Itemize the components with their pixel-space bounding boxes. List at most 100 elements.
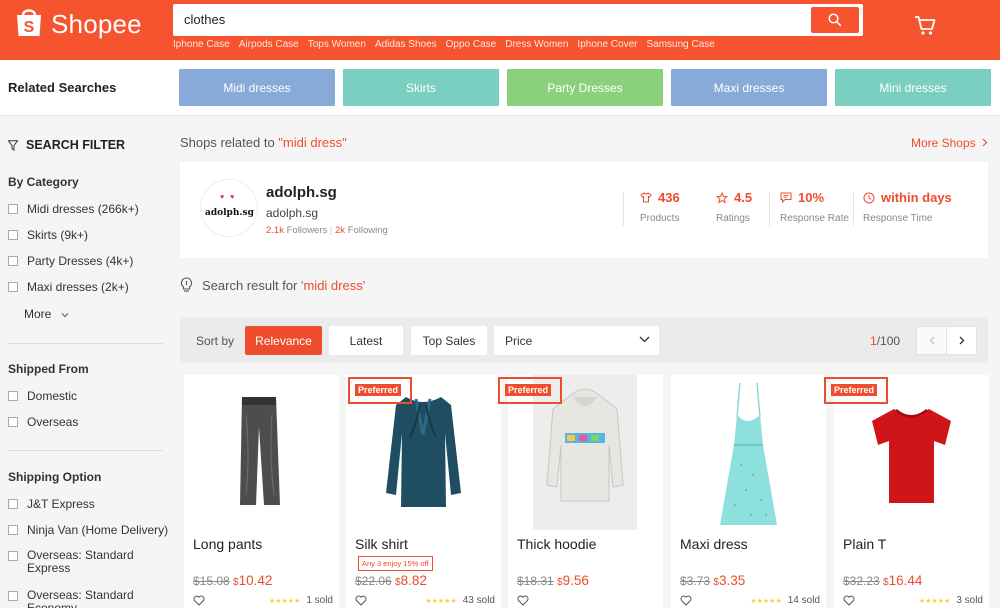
sort-latest-button[interactable]: Latest — [329, 326, 403, 355]
sold-count: 3 sold — [956, 595, 983, 606]
chevron-right-icon — [982, 138, 988, 147]
suggestion-link[interactable]: Airpods Case — [239, 39, 299, 50]
category-more-button[interactable]: More — [24, 307, 69, 321]
shipped-from-option[interactable]: Domestic — [8, 389, 77, 403]
heart-icon[interactable] — [517, 595, 529, 606]
product-name[interactable]: Long pants — [193, 536, 262, 552]
search-button[interactable] — [811, 7, 859, 33]
lightbulb-icon — [181, 277, 192, 292]
checkbox[interactable] — [8, 204, 18, 214]
sort-label: Sort by — [196, 334, 235, 348]
option-label: Midi dresses (266k+) — [27, 202, 139, 216]
shop-username: adolph.sg — [266, 206, 319, 220]
stat-value: within days — [881, 190, 952, 205]
sort-relevance-button[interactable]: Relevance — [245, 326, 322, 355]
shipping-option[interactable]: Ninja Van (Home Delivery) — [8, 523, 168, 537]
sort-top-sales-button[interactable]: Top Sales — [411, 326, 487, 355]
related-search-party-dresses[interactable]: Party Dresses — [507, 69, 663, 106]
cart-icon[interactable] — [914, 14, 936, 36]
divider — [853, 192, 854, 226]
clock-icon — [863, 192, 875, 203]
suggestion-link[interactable]: Oppo Case — [446, 39, 497, 50]
checkbox[interactable] — [8, 282, 18, 292]
category-option[interactable]: Skirts (9k+) — [8, 228, 88, 242]
heart-icon[interactable] — [680, 595, 692, 606]
promo-badge: Any 3 enjoy 15% off — [358, 556, 433, 571]
suggestion-link[interactable]: Iphone Cover — [577, 39, 637, 50]
sale-price: $16.44 — [883, 573, 923, 588]
avatar-text: adolph.sg — [205, 208, 254, 218]
heart-icon[interactable] — [355, 595, 367, 606]
suggestion-link[interactable]: Tops Women — [308, 39, 366, 50]
stat-response-time: within days Response Time — [863, 190, 952, 224]
related-search-maxi-dresses[interactable]: Maxi dresses — [671, 69, 827, 106]
product-name[interactable]: Thick hoodie — [517, 536, 596, 552]
checkbox[interactable] — [8, 525, 18, 535]
heart-icon[interactable] — [843, 595, 855, 606]
stat-value: 10% — [798, 190, 825, 205]
checkbox[interactable] — [8, 499, 18, 509]
suggestion-link[interactable]: Samsung Case — [646, 39, 714, 50]
checkbox[interactable] — [8, 417, 18, 427]
shop-avatar[interactable]: ♥ ♥ adolph.sg — [200, 179, 258, 237]
product-card[interactable]: Maxi dress $3.73 $3.35 ★★★★★ 14 sold — [671, 375, 826, 608]
chevron-down-icon — [639, 336, 650, 343]
shipping-option[interactable]: J&T Express — [8, 497, 95, 511]
sale-price: $3.35 — [713, 573, 746, 588]
result-keyword: 'midi dress' — [301, 277, 366, 293]
product-image[interactable] — [184, 375, 339, 530]
logo-text[interactable]: Shopee — [51, 9, 142, 40]
shipping-option[interactable]: Overseas: Standard Express — [8, 549, 147, 575]
shopee-bag-icon[interactable]: S — [14, 6, 44, 38]
following-count: 2k — [335, 225, 346, 236]
checkbox[interactable] — [8, 256, 18, 266]
product-name[interactable]: Plain T — [843, 536, 886, 552]
product-meta: ★★★★★ 43 sold — [355, 595, 495, 606]
stat-products: 436 Products — [640, 190, 680, 224]
shipped-from-option[interactable]: Overseas — [8, 415, 78, 429]
more-shops-link[interactable]: More Shops — [911, 136, 988, 150]
shop-card[interactable]: ♥ ♥ adolph.sg adolph.sg adolph.sg 2.1k F… — [180, 162, 988, 258]
related-search-midi-dresses[interactable]: Midi dresses — [179, 69, 335, 106]
product-meta: ★★★★★ 14 sold — [680, 595, 820, 606]
product-card[interactable]: Preferred Thick hoodie $18.31 $9.56 — [498, 375, 663, 608]
product-meta — [517, 595, 657, 606]
search-input[interactable] — [184, 12, 784, 27]
related-search-mini-dresses[interactable]: Mini dresses — [835, 69, 991, 106]
category-option[interactable]: Maxi dresses (2k+) — [8, 280, 129, 294]
suggestion-link[interactable]: Dress Women — [505, 39, 568, 50]
product-image[interactable]: Preferred — [346, 375, 501, 530]
checkbox[interactable] — [8, 551, 18, 561]
heart-icon[interactable] — [193, 595, 205, 606]
search-filter-label: SEARCH FILTER — [26, 138, 126, 152]
product-image[interactable] — [671, 375, 826, 530]
dress-icon — [720, 382, 777, 525]
product-image[interactable]: Preferred — [824, 375, 989, 530]
next-page-button[interactable] — [946, 326, 977, 355]
shop-name[interactable]: adolph.sg — [266, 184, 337, 201]
option-label: J&T Express — [27, 497, 95, 511]
product-card[interactable]: Preferred Silk shirt Any 3 enjoy 15% off… — [346, 375, 501, 608]
checkbox[interactable] — [8, 391, 18, 401]
product-name[interactable]: Silk shirt — [355, 536, 408, 552]
prev-page-button[interactable] — [916, 326, 947, 355]
product-card[interactable]: Preferred Plain T $32.23 $16.44 ★★★★★ 3 … — [824, 375, 989, 608]
related-search-skirts[interactable]: Skirts — [343, 69, 499, 106]
followers-count: 2.1k — [266, 225, 284, 236]
category-option[interactable]: Midi dresses (266k+) — [8, 202, 139, 216]
shipping-option[interactable]: Overseas: Standard Economy — [8, 589, 147, 608]
suggestion-link[interactable]: Adidas Shoes — [375, 39, 437, 50]
price-sort-select[interactable]: Price — [494, 326, 659, 355]
sold-count: 1 sold — [306, 595, 333, 606]
filter-icon — [8, 139, 18, 151]
checkbox[interactable] — [8, 591, 18, 601]
option-label: Overseas — [27, 415, 79, 429]
product-card[interactable]: Long pants $15.08 $10.42 ★★★★★ 1 sold — [184, 375, 339, 608]
header: S Shopee Iphone Case Airpods Case Tops W… — [0, 0, 1000, 60]
checkbox[interactable] — [8, 230, 18, 240]
stat-value: 436 — [658, 190, 680, 205]
shipped-from-title: Shipped From — [8, 362, 89, 376]
suggestion-link[interactable]: Iphone Case — [173, 39, 230, 50]
product-name[interactable]: Maxi dress — [680, 536, 748, 552]
category-option[interactable]: Party Dresses (4k+) — [8, 254, 133, 268]
